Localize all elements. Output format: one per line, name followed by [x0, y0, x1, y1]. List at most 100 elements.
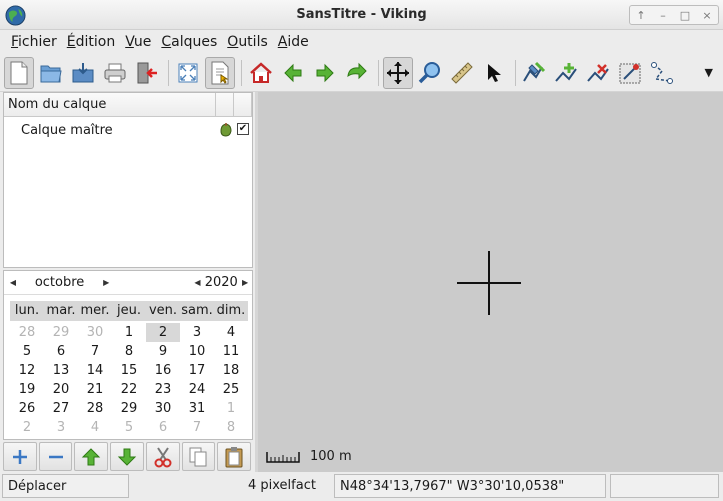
calendar-week-row: 12 13 14 15 16 17 18 [10, 361, 248, 380]
zoom-icon [418, 61, 440, 83]
calendar-day[interactable]: 3 [44, 418, 78, 437]
next-year-icon[interactable]: ▶ [238, 278, 252, 287]
remove-layer-button[interactable] [38, 442, 73, 471]
edit-track-button[interactable] [520, 57, 550, 89]
calendar-day[interactable]: 28 [78, 399, 112, 418]
calendar-day[interactable]: 25 [214, 380, 248, 399]
layer-visible-checkbox[interactable]: ✔ [237, 123, 249, 135]
toolbar-separator [241, 59, 242, 86]
menu-aide[interactable]: Aide [273, 34, 314, 50]
calendar-day[interactable]: 1 [112, 323, 146, 342]
map-viewport[interactable]: 100 m [258, 92, 723, 472]
calendar-day[interactable]: 5 [10, 342, 44, 361]
calendar-day[interactable]: 16 [146, 361, 180, 380]
download-map-icon [619, 63, 641, 83]
zoom-tool-button[interactable] [415, 57, 445, 89]
calendar-day[interactable]: 4 [214, 323, 248, 342]
create-waypoint-button[interactable] [552, 57, 582, 89]
forward-button[interactable] [310, 57, 340, 89]
calendar-day[interactable]: 3 [180, 323, 214, 342]
minimize-button[interactable]: – [652, 6, 674, 24]
calendar-day[interactable]: 24 [180, 380, 214, 399]
move-layer-up-button[interactable] [74, 442, 109, 471]
fullscreen-button[interactable] [173, 57, 203, 89]
prev-month-icon[interactable]: ◀ [6, 278, 20, 287]
column-visible[interactable] [234, 93, 252, 116]
menu-outils[interactable]: Outils [222, 34, 272, 50]
calendar-day[interactable]: 29 [44, 323, 78, 342]
new-button[interactable] [4, 56, 34, 89]
calendar-day[interactable]: 22 [112, 380, 146, 399]
calendar-day[interactable]: 2 [146, 323, 180, 342]
layers-tree[interactable]: Nom du calque Calque maître ✔ [3, 92, 253, 268]
calendar-day[interactable]: 26 [10, 399, 44, 418]
open-button[interactable] [36, 57, 66, 89]
keep-above-button[interactable]: ↑ [630, 6, 652, 24]
calendar-day[interactable]: 30 [78, 323, 112, 342]
refresh-button[interactable] [342, 57, 372, 89]
menu-edition[interactable]: Édition [62, 34, 120, 50]
cut-layer-button[interactable] [145, 442, 180, 471]
ruler-tool-button[interactable] [447, 57, 477, 89]
column-layer-name[interactable]: Nom du calque [4, 93, 216, 116]
back-button[interactable] [278, 57, 308, 89]
toolbar-overflow-button[interactable]: ▼ [705, 66, 713, 79]
route-finder-button[interactable] [648, 57, 678, 89]
close-button[interactable]: × [696, 6, 718, 24]
exit-button[interactable] [132, 57, 162, 89]
calendar-day[interactable]: 6 [146, 418, 180, 437]
copy-layer-button[interactable] [181, 442, 216, 471]
calendar-day[interactable]: 15 [112, 361, 146, 380]
calendar-day[interactable]: 10 [180, 342, 214, 361]
calendar-day[interactable]: 17 [180, 361, 214, 380]
menu-vue[interactable]: Vue [120, 34, 156, 50]
prev-year-icon[interactable]: ◀ [191, 278, 205, 287]
calendar-day[interactable]: 8 [112, 342, 146, 361]
move-layer-down-button[interactable] [110, 442, 144, 471]
view-mode-button[interactable] [205, 56, 235, 89]
edit-waypoint-icon [587, 63, 609, 82]
calendar: ◀ octobre ▶ ◀ 2020 ▶ lun. mar. mer. jeu.… [3, 270, 253, 440]
calendar-day[interactable]: 28 [10, 323, 44, 342]
calendar-day[interactable]: 5 [112, 418, 146, 437]
paste-layer-button[interactable] [217, 442, 252, 471]
layer-row[interactable]: Calque maître ✔ [4, 119, 252, 141]
calendar-day[interactable]: 23 [146, 380, 180, 399]
calendar-day[interactable]: 12 [10, 361, 44, 380]
edit-waypoint-button[interactable] [584, 57, 614, 89]
calendar-day[interactable]: 2 [10, 418, 44, 437]
menu-fichier[interactable]: Fichier [6, 34, 62, 50]
home-button[interactable] [246, 57, 276, 89]
calendar-day[interactable]: 21 [78, 380, 112, 399]
calendar-day[interactable]: 7 [180, 418, 214, 437]
add-layer-button[interactable] [3, 442, 37, 471]
crosshair-icon [457, 251, 521, 315]
calendar-day[interactable]: 8 [214, 418, 248, 437]
calendar-day[interactable]: 30 [146, 399, 180, 418]
calendar-day[interactable]: 19 [10, 380, 44, 399]
calendar-day[interactable]: 29 [112, 399, 146, 418]
calendar-day[interactable]: 7 [78, 342, 112, 361]
calendar-day[interactable]: 1 [214, 399, 248, 418]
save-icon [72, 62, 94, 82]
calendar-day[interactable]: 31 [180, 399, 214, 418]
calendar-day[interactable]: 27 [44, 399, 78, 418]
maximize-button[interactable]: □ [674, 6, 696, 24]
print-button[interactable] [100, 57, 130, 89]
calendar-day[interactable]: 14 [78, 361, 112, 380]
calendar-day[interactable]: 6 [44, 342, 78, 361]
pan-tool-button[interactable] [383, 56, 413, 89]
next-month-icon[interactable]: ▶ [99, 278, 113, 287]
calendar-day[interactable]: 18 [214, 361, 248, 380]
menu-calques[interactable]: Calques [156, 34, 222, 50]
calendar-day[interactable]: 11 [214, 342, 248, 361]
column-type[interactable] [216, 93, 234, 116]
calendar-day[interactable]: 13 [44, 361, 78, 380]
save-button[interactable] [68, 57, 98, 89]
select-tool-button[interactable] [479, 57, 509, 89]
scissors-icon [154, 446, 172, 467]
calendar-day[interactable]: 20 [44, 380, 78, 399]
calendar-day[interactable]: 9 [146, 342, 180, 361]
calendar-day[interactable]: 4 [78, 418, 112, 437]
download-map-button[interactable] [616, 57, 646, 89]
